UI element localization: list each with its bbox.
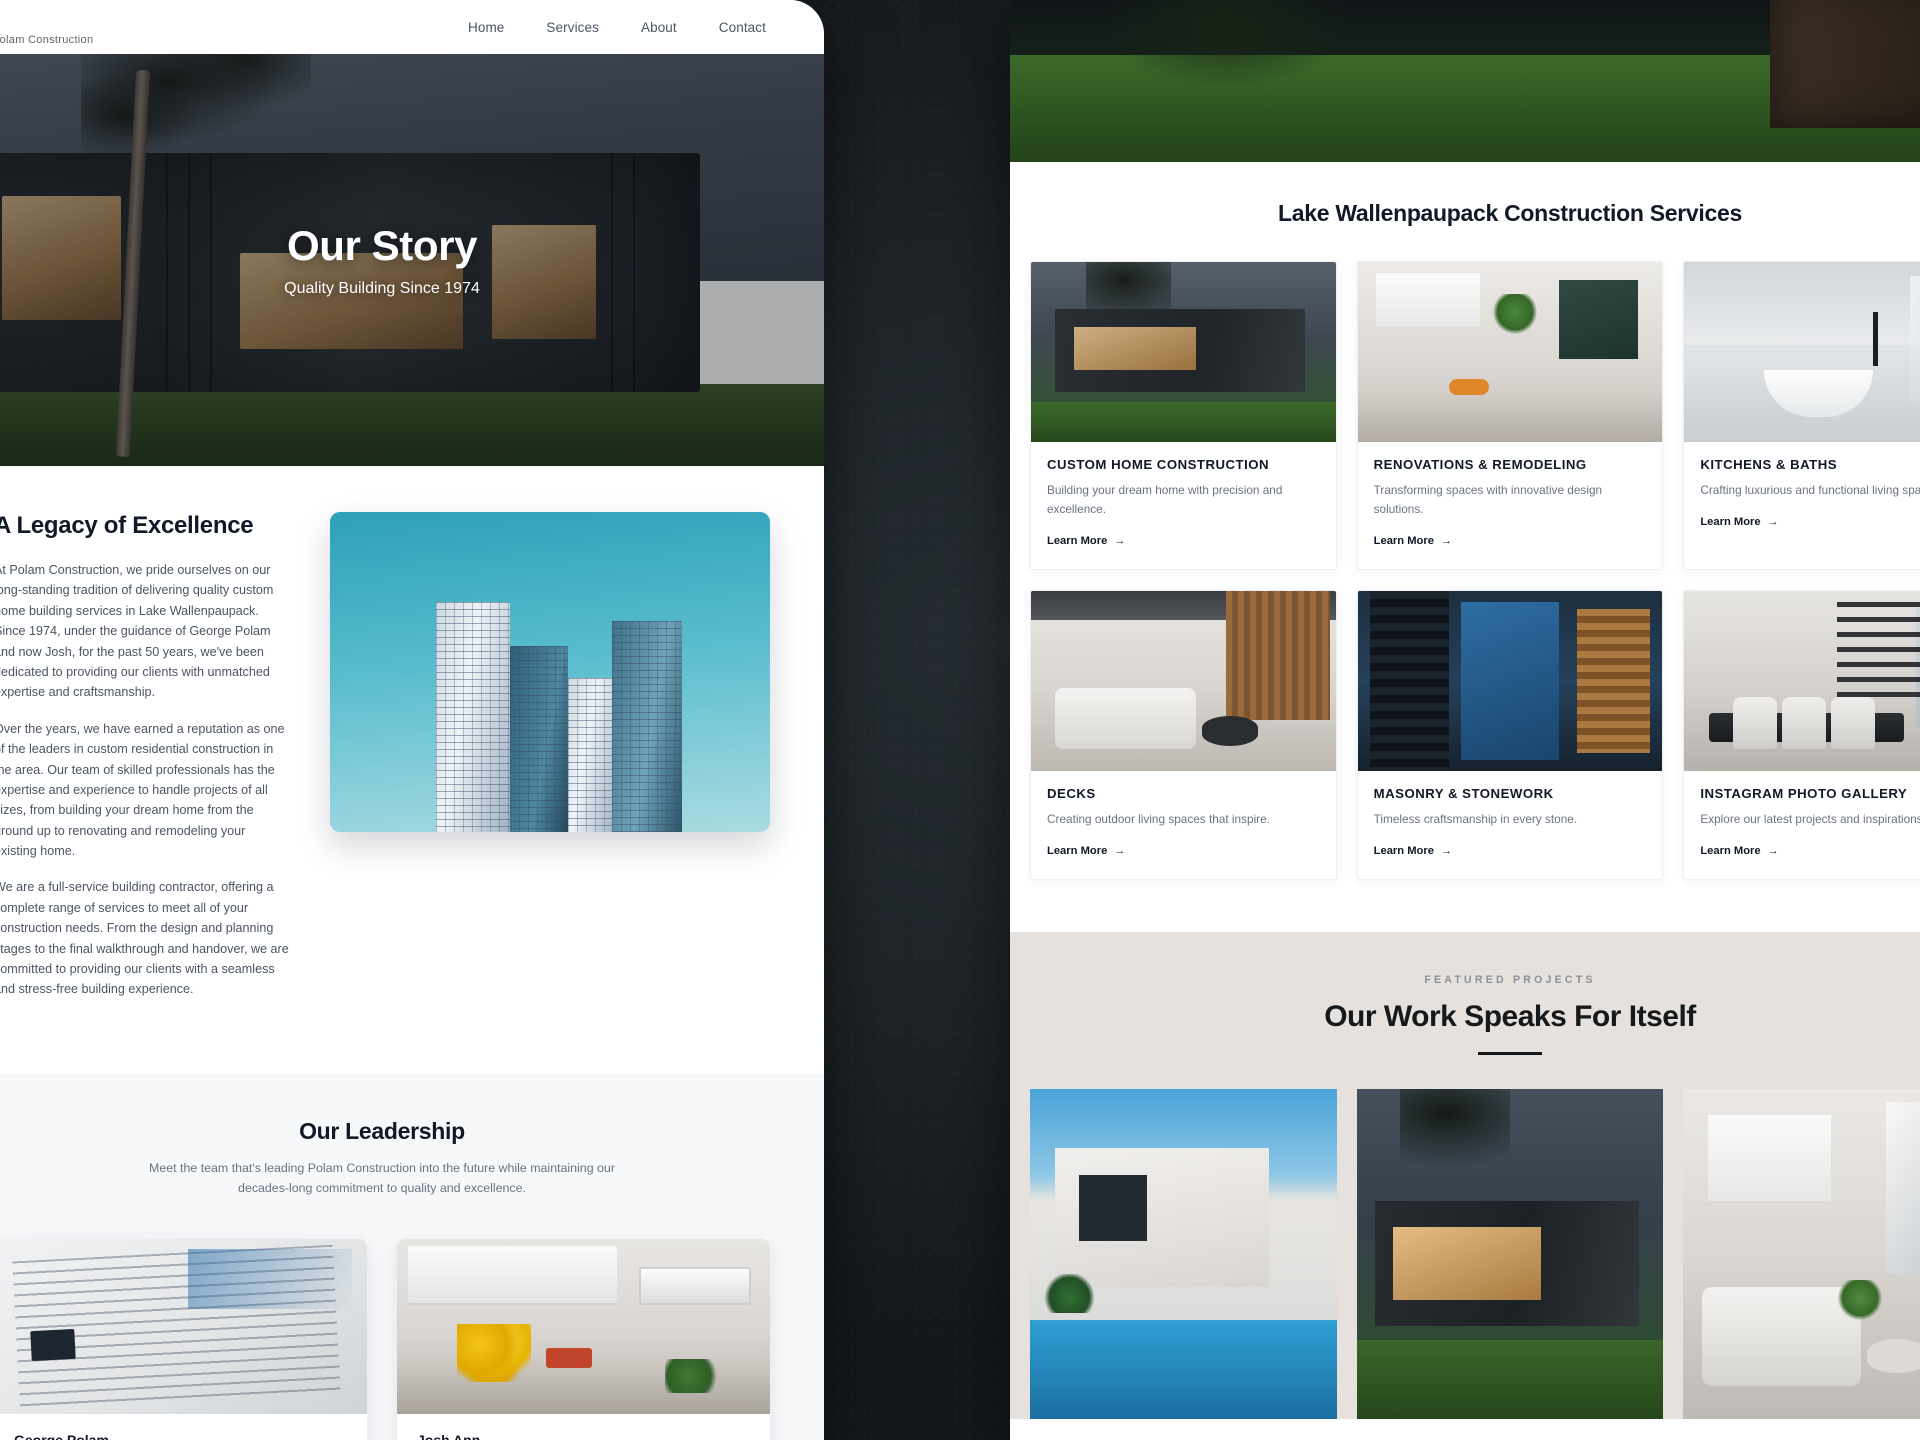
arrow-right-icon: → [1767, 516, 1779, 528]
nav-item-services[interactable]: Services [546, 20, 599, 35]
service-title: KITCHENS & BATHS [1700, 457, 1838, 472]
right-browser-panel: Lake Wallenpaupack Construction Services… [1010, 0, 1920, 1440]
project-image[interactable] [1030, 1088, 1337, 1419]
service-description: Transforming spaces with innovative desi… [1373, 483, 1603, 516]
leader-card: George Polam Founder & Past President Wi… [0, 1238, 367, 1440]
learn-more-label: Learn More [1700, 516, 1761, 528]
service-description: Explore our latest projects and inspirat… [1700, 811, 1920, 826]
arrow-right-icon: → [1440, 534, 1452, 547]
featured-projects-section: FEATURED PROJECTS Our Work Speaks For It… [1010, 931, 1920, 1419]
service-image [1031, 590, 1336, 771]
leadership-subheading: Meet the team that's leading Polam Const… [149, 1160, 615, 1195]
services-section: Lake Wallenpaupack Construction Services… [1010, 162, 1920, 932]
leader-photo [0, 1238, 367, 1414]
leadership-heading: Our Leadership [299, 1117, 465, 1144]
arrow-right-icon: → [1440, 844, 1452, 857]
service-card[interactable]: CUSTOM HOME CONSTRUCTION Building your d… [1030, 261, 1337, 570]
service-description: Building your dream home with precision … [1047, 483, 1283, 516]
learn-more-label: Learn More [1047, 534, 1108, 547]
learn-more-label: Learn More [1373, 844, 1434, 857]
nav-item-about[interactable]: About [641, 20, 677, 35]
service-title: INSTAGRAM PHOTO GALLERY [1700, 785, 1908, 801]
leader-photo [397, 1238, 770, 1414]
service-image [1031, 262, 1336, 442]
arrow-right-icon: → [1114, 844, 1126, 857]
leadership-section: Our Leadership Meet the team that's lead… [0, 1073, 824, 1440]
service-image [1357, 590, 1663, 771]
arrow-right-icon: → [1767, 844, 1779, 857]
right-hero-image [1010, 0, 1920, 162]
story-paragraph: We are a full-service building contracto… [0, 880, 289, 997]
learn-more-label: Learn More [1373, 534, 1434, 547]
learn-more-link[interactable]: Learn More → [1700, 516, 1778, 528]
services-grid: CUSTOM HOME CONSTRUCTION Building your d… [1010, 261, 1920, 880]
learn-more-link[interactable]: Learn More → [1374, 535, 1452, 547]
service-card[interactable]: INSTAGRAM PHOTO GALLERY Explore our late… [1683, 589, 1920, 880]
site-logo[interactable]: Polam Construction [0, 34, 93, 46]
service-title: DECKS [1047, 785, 1096, 801]
service-card[interactable]: DECKS Creating outdoor living spaces tha… [1030, 589, 1337, 880]
story-heading: A Legacy of Excellence [0, 512, 254, 539]
leader-name: George Polam [14, 1431, 109, 1440]
featured-heading: Our Work Speaks For Itself [1324, 999, 1696, 1033]
service-card[interactable]: KITCHENS & BATHS Crafting luxurious and … [1683, 261, 1920, 570]
learn-more-label: Learn More [1047, 844, 1108, 857]
learn-more-link[interactable]: Learn More → [1374, 845, 1452, 857]
learn-more-link[interactable]: Learn More → [1700, 845, 1778, 857]
nav-item-home[interactable]: Home [468, 20, 504, 35]
story-section: A Legacy of Excellence At Polam Construc… [0, 466, 824, 1074]
service-title: RENOVATIONS & REMODELING [1373, 457, 1587, 472]
service-image [1684, 590, 1920, 771]
service-description: Timeless craftsmanship in every stone. [1373, 811, 1578, 826]
service-image [1357, 262, 1663, 442]
left-site-navbar: Polam Construction Home Services About C… [0, 0, 824, 54]
project-image[interactable] [1683, 1088, 1920, 1419]
learn-more-link[interactable]: Learn More → [1047, 845, 1125, 857]
service-description: Crafting luxurious and functional living… [1700, 483, 1920, 497]
service-image [1684, 262, 1920, 442]
primary-nav: Home Services About Contact [468, 20, 766, 35]
service-title: MASONRY & STONEWORK [1373, 785, 1554, 801]
story-paragraph: At Polam Construction, we pride ourselve… [0, 563, 274, 700]
project-image[interactable] [1356, 1088, 1664, 1419]
hero-subtitle: Quality Building Since 1974 [284, 280, 480, 297]
left-browser-panel: Polam Construction Home Services About C… [0, 0, 824, 1440]
story-paragraph: Over the years, we have earned a reputat… [0, 721, 285, 859]
service-description: Creating outdoor living spaces that insp… [1047, 811, 1270, 826]
services-heading: Lake Wallenpaupack Construction Services [1278, 200, 1742, 226]
arrow-right-icon: → [1114, 534, 1126, 547]
screenshot-stage: Polam Construction Home Services About C… [0, 0, 1920, 1440]
hero-title: Our Story [286, 222, 478, 269]
service-card[interactable]: RENOVATIONS & REMODELING Transforming sp… [1356, 261, 1664, 570]
leader-name: Josh Ann [417, 1431, 481, 1440]
hero-banner: Our Story Quality Building Since 1974 [0, 54, 824, 466]
featured-eyebrow: FEATURED PROJECTS [1424, 973, 1596, 986]
service-card[interactable]: MASONRY & STONEWORK Timeless craftsmansh… [1356, 589, 1664, 880]
story-illustration [330, 512, 770, 832]
learn-more-label: Learn More [1700, 844, 1761, 857]
learn-more-link[interactable]: Learn More → [1047, 535, 1125, 547]
service-title: CUSTOM HOME CONSTRUCTION [1047, 457, 1270, 472]
nav-item-contact[interactable]: Contact [719, 20, 766, 35]
leader-card: Josh Ann Principal & Lead Contractor Tak… [397, 1238, 770, 1440]
featured-grid [1010, 1055, 1920, 1419]
